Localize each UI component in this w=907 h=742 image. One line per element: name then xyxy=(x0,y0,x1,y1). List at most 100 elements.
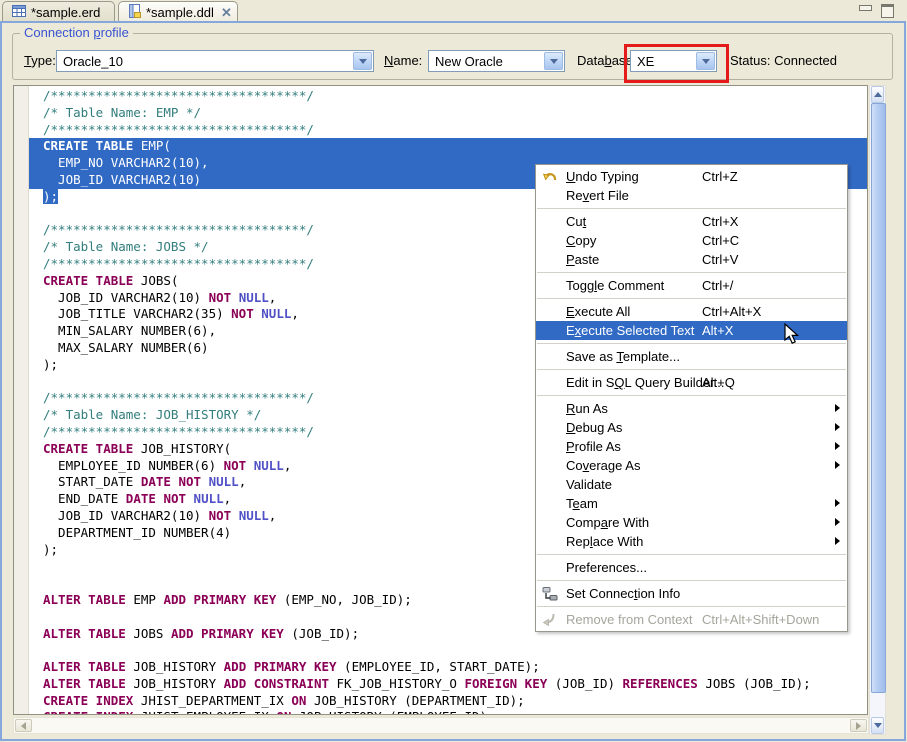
menu-item-label: Debug As xyxy=(566,420,622,435)
menu-item-label: Compare With xyxy=(566,515,649,530)
connection-profile-label: Connection profile xyxy=(20,25,133,40)
menu-item-label: Undo Typing xyxy=(566,169,639,184)
menu-item-label: Execute Selected Text xyxy=(566,323,694,338)
tab-label: *sample.ddl xyxy=(146,5,214,20)
menu-item-label: Validate xyxy=(566,477,612,492)
menu-item-shortcut: Ctrl+Alt+Shift+Down xyxy=(702,610,819,629)
type-combo[interactable]: Oracle_10 xyxy=(56,50,374,72)
menu-item-label: Remove from Context xyxy=(566,612,692,627)
remove-from-context-menu-item: Remove from Context Ctrl+Alt+Shift+Down xyxy=(536,610,847,629)
scroll-left-icon[interactable] xyxy=(15,719,32,732)
menu-item-shortcut: Ctrl+Alt+X xyxy=(702,302,761,321)
coverage-as-menu-item[interactable]: Coverage As xyxy=(536,456,847,475)
minimize-icon[interactable] xyxy=(859,5,872,11)
copy-menu-item[interactable]: Copy Ctrl+C xyxy=(536,231,847,250)
menu-item-label: Team xyxy=(566,496,598,511)
remove-context-icon xyxy=(541,611,558,628)
submenu-arrow-icon xyxy=(835,461,840,469)
execute-all-menu-item[interactable]: Execute All Ctrl+Alt+X xyxy=(536,302,847,321)
connection-icon xyxy=(541,585,558,602)
menu-separator xyxy=(537,369,846,370)
profile-as-menu-item[interactable]: Profile As xyxy=(536,437,847,456)
set-connection-info-menu-item[interactable]: Set Connection Info xyxy=(536,584,847,603)
menu-item-label: Cut xyxy=(566,214,586,229)
menu-separator xyxy=(537,580,846,581)
menu-item-label: Set Connection Info xyxy=(566,586,680,601)
scroll-right-icon[interactable] xyxy=(850,719,867,732)
debug-as-menu-item[interactable]: Debug As xyxy=(536,418,847,437)
edit-in-sql-query-builder-menu-item[interactable]: Edit in SQL Query Builder...Alt+Q xyxy=(536,373,847,392)
vertical-scrollbar[interactable] xyxy=(869,85,886,735)
validate-menu-item[interactable]: Validate xyxy=(536,475,847,494)
submenu-arrow-icon xyxy=(835,442,840,450)
code-line: ALTER TABLE JOB_HISTORY ADD CONSTRAINT F… xyxy=(29,676,867,693)
name-label: Name: xyxy=(384,53,422,68)
undo-typing-menu-item[interactable]: Undo Typing Ctrl+Z xyxy=(536,167,847,186)
menu-item-label: Coverage As xyxy=(566,458,640,473)
code-line: ALTER TABLE JOB_HISTORY ADD PRIMARY KEY … xyxy=(29,659,867,676)
code-line: /**********************************/ xyxy=(29,122,867,139)
menu-item-label: Paste xyxy=(566,252,599,267)
window-controls xyxy=(859,4,894,18)
type-combo-value: Oracle_10 xyxy=(63,54,123,69)
menu-separator xyxy=(537,272,846,273)
mouse-cursor xyxy=(783,323,803,350)
menu-item-label: Revert File xyxy=(566,188,629,203)
menu-item-shortcut: Alt+X xyxy=(702,321,733,340)
preferences-menu-item[interactable]: Preferences... xyxy=(536,558,847,577)
menu-separator xyxy=(537,554,846,555)
horizontal-scrollbar[interactable] xyxy=(13,717,869,734)
code-line: CREATE INDEX JHIST_EMPLOYEE_IX ON JOB_HI… xyxy=(29,709,867,715)
run-as-menu-item[interactable]: Run As xyxy=(536,399,847,418)
menu-item-shortcut: Ctrl+V xyxy=(702,250,738,269)
annotation-ruler xyxy=(14,86,29,714)
replace-with-menu-item[interactable]: Replace With xyxy=(536,532,847,551)
cut-menu-item[interactable]: Cut Ctrl+X xyxy=(536,212,847,231)
submenu-arrow-icon xyxy=(835,404,840,412)
code-line: CREATE INDEX JHIST_DEPARTMENT_IX ON JOB_… xyxy=(29,693,867,710)
table-icon xyxy=(12,5,26,20)
name-combo-value: New Oracle xyxy=(435,54,503,69)
menu-item-label: Preferences... xyxy=(566,560,647,575)
database-highlight-box xyxy=(624,44,729,83)
menu-item-label: Copy xyxy=(566,233,596,248)
menu-separator xyxy=(537,606,846,607)
compare-with-menu-item[interactable]: Compare With xyxy=(536,513,847,532)
revert-file-menu-item[interactable]: Revert File xyxy=(536,186,847,205)
menu-item-label: Edit in SQL Query Builder... xyxy=(566,375,725,390)
submenu-arrow-icon xyxy=(835,423,840,431)
sql-editor-window: { "tabs": [ {"label": "*sample.erd", "ic… xyxy=(0,0,907,742)
combo-arrow-icon[interactable] xyxy=(353,52,372,70)
paste-menu-item[interactable]: Paste Ctrl+V xyxy=(536,250,847,269)
scroll-down-icon[interactable] xyxy=(871,717,884,734)
submenu-arrow-icon xyxy=(835,537,840,545)
menu-separator xyxy=(537,208,846,209)
menu-item-label: Execute All xyxy=(566,304,630,319)
name-combo[interactable]: New Oracle xyxy=(428,50,565,72)
menu-item-shortcut: Ctrl+X xyxy=(702,212,738,231)
team-menu-item[interactable]: Team xyxy=(536,494,847,513)
menu-item-label: Replace With xyxy=(566,534,643,549)
type-label: Type: xyxy=(24,53,56,68)
submenu-arrow-icon xyxy=(835,499,840,507)
scroll-up-icon[interactable] xyxy=(871,86,884,103)
menu-item-shortcut: Ctrl+C xyxy=(702,231,739,250)
code-line: /**********************************/ xyxy=(29,88,867,105)
menu-item-label: Profile As xyxy=(566,439,621,454)
combo-arrow-icon[interactable] xyxy=(544,52,563,70)
maximize-icon[interactable] xyxy=(881,4,894,18)
menu-separator xyxy=(537,298,846,299)
menu-item-shortcut: Ctrl+Z xyxy=(702,167,738,186)
tab-sample-erd[interactable]: *sample.erd xyxy=(2,1,115,22)
menu-item-label: Run As xyxy=(566,401,608,416)
menu-item-shortcut: Alt+Q xyxy=(702,373,735,392)
status-text: Status: Connected xyxy=(730,53,837,68)
vertical-scrollbar-thumb[interactable] xyxy=(871,103,886,693)
editor-tab-bar: *sample.erd *sample.ddl ✕ xyxy=(0,0,907,22)
tab-sample-ddl[interactable]: *sample.ddl ✕ xyxy=(118,1,238,22)
close-icon[interactable]: ✕ xyxy=(221,6,232,19)
menu-item-label: Save as Template... xyxy=(566,349,680,364)
toggle-comment-menu-item[interactable]: Toggle CommentCtrl+/ xyxy=(536,276,847,295)
code-line: CREATE TABLE EMP( xyxy=(29,138,867,155)
tab-label: *sample.erd xyxy=(31,5,100,20)
